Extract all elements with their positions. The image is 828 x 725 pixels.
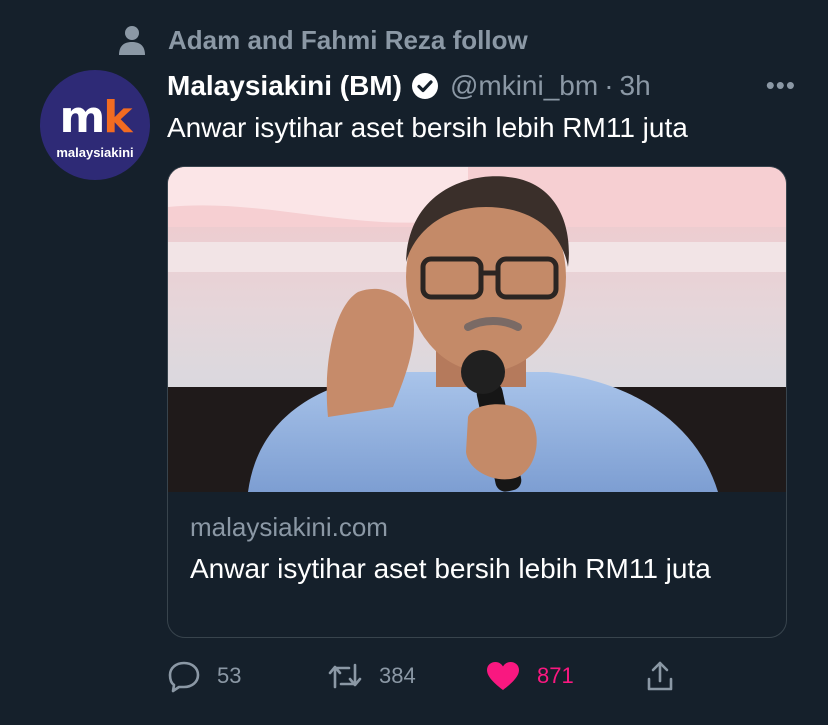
- reply-icon: [168, 661, 200, 693]
- retweet-button[interactable]: 384: [327, 656, 416, 696]
- share-button[interactable]: [645, 656, 675, 696]
- avatar[interactable]: mk malaysiakini: [40, 70, 150, 180]
- like-icon: [487, 662, 519, 690]
- social-context[interactable]: Adam and Fahmi Reza follow: [116, 22, 528, 58]
- separator-dot: ·: [604, 70, 614, 101]
- tweet-text: Anwar isytihar aset bersih lebih RM11 ju…: [167, 112, 688, 143]
- card-image[interactable]: [168, 167, 786, 492]
- avatar-logo-k: k: [103, 92, 132, 143]
- link-card[interactable]: malaysiakini.com Anwar isytihar aset ber…: [167, 166, 787, 638]
- share-icon: [647, 661, 673, 691]
- timestamp[interactable]: 3h: [620, 70, 651, 102]
- person-icon: [116, 24, 148, 56]
- more-icon[interactable]: •••: [766, 70, 796, 101]
- retweet-count: 384: [379, 663, 416, 688]
- card-domain: malaysiakini.com: [190, 512, 388, 542]
- handle[interactable]: @mkini_bm: [450, 70, 598, 102]
- avatar-logo-m: m: [59, 92, 105, 143]
- reply-count: 53: [217, 663, 242, 688]
- verified-badge-icon: [411, 73, 438, 99]
- social-context-text: Adam and Fahmi Reza follow: [168, 24, 528, 55]
- tweet-header: Malaysiakini (BM) @mkini_bm · 3h •••: [167, 66, 808, 106]
- reply-button[interactable]: 53: [167, 656, 241, 696]
- retweet-icon: [328, 663, 362, 689]
- like-count: 871: [537, 663, 574, 688]
- tweet-actions: 53 384 871: [167, 656, 767, 696]
- display-name[interactable]: Malaysiakini (BM): [167, 70, 402, 102]
- avatar-brand-text: malaysiakini: [56, 145, 134, 160]
- avatar-logo-icon: mk: [40, 92, 150, 143]
- like-button[interactable]: 871: [485, 656, 574, 696]
- card-title: Anwar isytihar aset bersih lebih RM11 ju…: [190, 553, 711, 584]
